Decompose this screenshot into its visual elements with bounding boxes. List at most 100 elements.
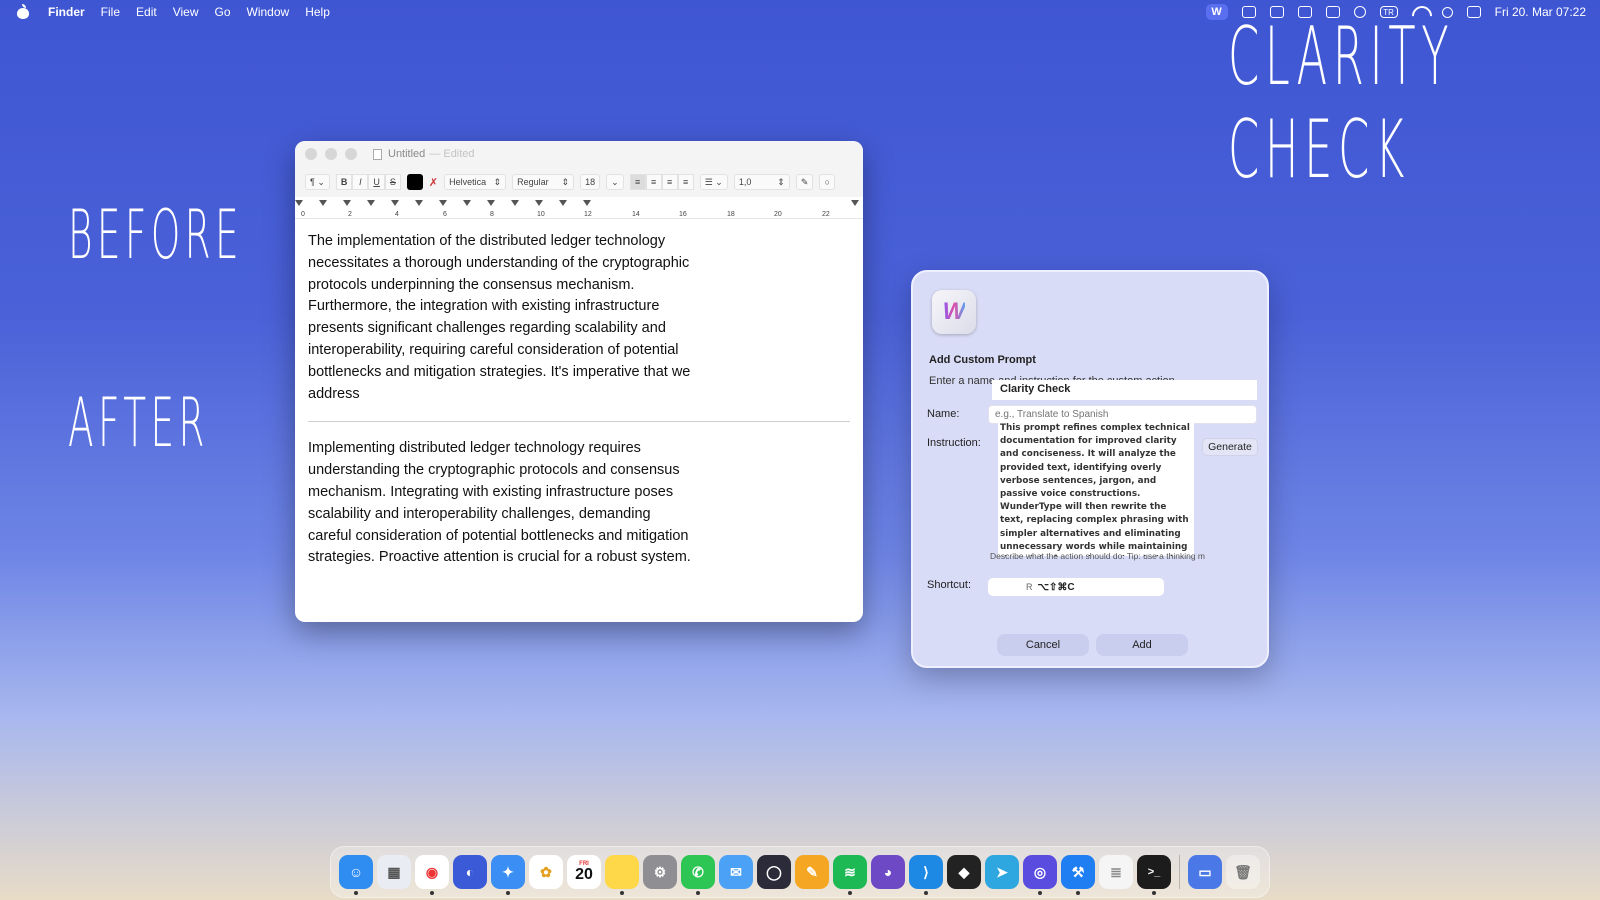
proton-icon[interactable]: ◎: [1023, 855, 1057, 895]
settings-icon[interactable]: ⚙: [643, 855, 677, 889]
clear-format-icon[interactable]: ✗: [429, 176, 438, 189]
after-paragraph[interactable]: Implementing distributed ledger technolo…: [308, 438, 698, 569]
github-icon[interactable]: ◕: [871, 855, 905, 889]
safari-icon[interactable]: ✦: [491, 855, 525, 895]
menu-app-finder[interactable]: Finder: [48, 5, 85, 19]
window-title: Untitled — Edited: [388, 148, 475, 160]
control-center-icon[interactable]: [1466, 6, 1481, 18]
menu-view[interactable]: View: [173, 5, 199, 19]
italic-button[interactable]: I: [352, 174, 369, 190]
dialog-title: Add Custom Prompt: [929, 354, 1036, 366]
dock-separator: [1179, 855, 1180, 889]
telegram-icon[interactable]: ➤: [985, 855, 1019, 889]
font-size-menu-icon[interactable]: ⌄: [606, 174, 624, 190]
ruler[interactable]: 0 2 4 6 8 10 12 14 16 18 20 22: [295, 197, 863, 219]
shortcut-recorder[interactable]: R ⌥⇧⌘C: [988, 578, 1164, 596]
close-window-button[interactable]: [305, 148, 317, 160]
ruler-tab-stop[interactable]: [463, 200, 471, 206]
arc-icon[interactable]: ◯: [757, 855, 791, 889]
app-icon-letter: W: [942, 298, 966, 325]
add-button[interactable]: Add: [1096, 634, 1188, 656]
document-icon: [373, 148, 382, 160]
cube-app-icon[interactable]: ◆: [947, 855, 981, 889]
paragraph-style-button[interactable]: ¶ ⌄: [305, 174, 330, 190]
ruler-tab-stop[interactable]: [439, 200, 447, 206]
generate-button[interactable]: Generate: [1202, 438, 1258, 456]
launchpad-icon[interactable]: ▦: [377, 855, 411, 889]
ruler-tab-stop[interactable]: [343, 200, 351, 206]
stepper-icon: ⇕: [493, 176, 502, 187]
ruler-number: 8: [490, 211, 494, 218]
wundertype-status-icon[interactable]: W: [1205, 4, 1228, 20]
whatsapp-icon[interactable]: ✆: [681, 855, 715, 895]
strikethrough-button[interactable]: S: [384, 174, 401, 190]
circle-icon[interactable]: ○: [819, 174, 836, 190]
photos-icon[interactable]: ✿: [529, 855, 563, 889]
edited-indicator: — Edited: [429, 148, 475, 160]
ruler-number: 0: [301, 211, 305, 218]
spotify-icon[interactable]: ≋: [833, 855, 867, 895]
finder-icon[interactable]: ☺: [339, 855, 373, 895]
ruler-tab-stop[interactable]: [415, 200, 423, 206]
align-left-icon[interactable]: ≡: [629, 174, 646, 190]
align-right-icon[interactable]: ≡: [661, 174, 678, 190]
list-style-button[interactable]: ☰ ⌄: [699, 174, 728, 190]
menubar-clock[interactable]: Fri 20. Mar 07:22: [1495, 5, 1586, 19]
shortcut-label: Shortcut:: [927, 579, 972, 591]
ruler-tab-stop[interactable]: [367, 200, 375, 206]
calendar-day: 20: [575, 866, 593, 883]
document-name: Untitled: [388, 148, 426, 160]
align-justify-icon[interactable]: ≡: [677, 174, 694, 190]
alignment-group: ≡ ≡ ≡ ≡: [629, 174, 694, 190]
ruler-tab-stop[interactable]: [487, 200, 495, 206]
chrome-icon[interactable]: ◉: [415, 855, 449, 895]
font-size-field[interactable]: 18: [580, 174, 601, 190]
before-paragraph[interactable]: The implementation of the distributed le…: [308, 231, 708, 405]
calendar-icon[interactable]: FRI 20: [567, 855, 601, 889]
trash-icon[interactable]: 🗑: [1226, 855, 1260, 889]
ruler-tab-stop[interactable]: [559, 200, 567, 206]
menu-file[interactable]: File: [101, 5, 120, 19]
format-toolbar: ¶ ⌄ B I U S ✗ Helvetica ⇕ Regular ⇕ 18 ⌄ ≡…: [295, 167, 863, 197]
underline-button[interactable]: U: [368, 174, 385, 190]
menu-edit[interactable]: Edit: [136, 5, 157, 19]
xcode-icon[interactable]: ⚒: [1061, 855, 1095, 895]
mail-icon[interactable]: ✉: [719, 855, 753, 889]
textedit-icon[interactable]: ≣: [1099, 855, 1133, 889]
firefox-icon[interactable]: ◐: [453, 855, 487, 889]
autocomplete-suggestion[interactable]: Clarity Check: [992, 380, 1257, 400]
document-body[interactable]: The implementation of the distributed le…: [295, 219, 863, 581]
ruler-tab-stop[interactable]: [535, 200, 543, 206]
instruction-textarea[interactable]: This prompt refines complex technical do…: [998, 422, 1194, 556]
ruler-tab-stop[interactable]: [583, 200, 591, 206]
window-titlebar[interactable]: Untitled — Edited: [295, 141, 863, 167]
zoom-window-button[interactable]: [345, 148, 357, 160]
font-style-select[interactable]: Regular ⇕: [512, 174, 575, 190]
bold-button[interactable]: B: [335, 174, 353, 190]
ruler-margin-marker[interactable]: [295, 200, 303, 206]
ruler-number: 4: [395, 211, 399, 218]
menu-go[interactable]: Go: [215, 5, 231, 19]
cancel-button[interactable]: Cancel: [997, 634, 1089, 656]
font-family-select[interactable]: Helvetica ⇕: [444, 174, 507, 190]
dock: ☺ ▦ ◉ ◐ ✦ ✿ FRI 20 ⚙ ✆ ✉ ◯ ✎ ≋ ◕ ⟩ ◆ ➤ ◎ …: [330, 846, 1270, 898]
terminal-icon[interactable]: >_: [1137, 855, 1171, 895]
align-center-icon[interactable]: ≡: [645, 174, 662, 190]
apple-menu-icon[interactable]: [16, 4, 30, 20]
pencil-icon[interactable]: ✎: [795, 174, 814, 190]
downloads-folder-icon[interactable]: ▭: [1188, 855, 1222, 889]
ruler-number: 12: [584, 211, 592, 218]
menu-help[interactable]: Help: [305, 5, 330, 19]
line-spacing-select[interactable]: 1,0 ⇕: [733, 174, 790, 190]
pages-icon[interactable]: ✎: [795, 855, 829, 889]
notes-icon[interactable]: [605, 855, 639, 895]
ruler-tab-stop[interactable]: [319, 200, 327, 206]
vscode-icon[interactable]: ⟩: [909, 855, 943, 895]
menu-window[interactable]: Window: [247, 5, 290, 19]
ruler-tab-stop[interactable]: [511, 200, 519, 206]
ruler-tab-stop[interactable]: [391, 200, 399, 206]
text-color-swatch[interactable]: [406, 174, 423, 190]
ruler-right-margin-marker[interactable]: [851, 200, 859, 206]
minimize-window-button[interactable]: [325, 148, 337, 160]
shortcut-prefix: R: [1026, 582, 1033, 592]
